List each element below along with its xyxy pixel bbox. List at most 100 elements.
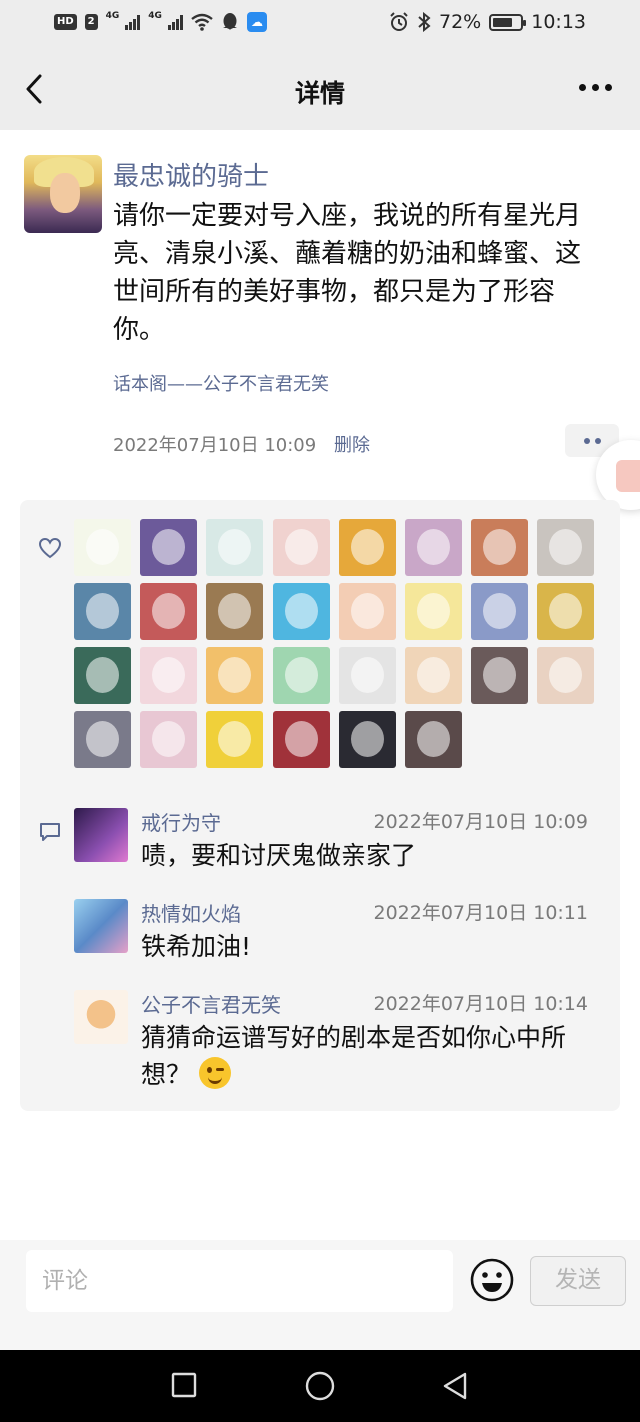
status-right-icons: 72% 10:13: [389, 11, 586, 33]
avatar-dark-cat[interactable]: [471, 647, 529, 704]
delete-button[interactable]: 删除: [334, 431, 370, 457]
avatar-blonde-anime[interactable]: [206, 647, 264, 704]
avatar-figure: [549, 657, 583, 693]
avatar-warm-blur[interactable]: [206, 583, 264, 640]
comment-author-name[interactable]: 热情如火焰: [141, 898, 241, 927]
avatar-cartoon-king[interactable]: [338, 519, 396, 576]
avatar-figure: [218, 721, 252, 757]
avatar-sponge[interactable]: [537, 583, 595, 640]
wink-emoji-icon: [198, 1057, 231, 1089]
avatar-pink-anime[interactable]: [140, 647, 198, 704]
battery-icon: [489, 13, 527, 31]
avatar-astronaut-cat[interactable]: [537, 519, 595, 576]
avatar-teal-hair[interactable]: [206, 519, 264, 576]
comment-icon: [40, 823, 60, 841]
avatar-figure: [417, 657, 450, 693]
avatar-figure: [350, 593, 384, 629]
clock: 10:13: [531, 11, 586, 33]
network-type-2: 4G: [148, 11, 162, 21]
battery-percent: 72%: [439, 11, 482, 33]
comment-timestamp: 2022年07月10日 10:11: [373, 902, 588, 924]
post-author-name[interactable]: 最忠诚的骑士: [113, 156, 269, 193]
avatar-grey-sketch[interactable]: [338, 647, 396, 704]
avatar-anime-girl-purple[interactable]: [140, 519, 198, 576]
comment-timestamp: 2022年07月10日 10:14: [373, 993, 588, 1015]
avatar-couple-kiss[interactable]: [405, 711, 462, 768]
avatar-figure: [86, 529, 119, 565]
avatar-dark-hair[interactable]: [405, 519, 462, 576]
avatar-miffy[interactable]: [74, 647, 131, 704]
more-options-icon[interactable]: [579, 84, 612, 91]
avatar-figure: [86, 657, 119, 693]
avatar-pretty-girl[interactable]: [140, 711, 198, 768]
avatar-figure: [350, 657, 384, 693]
avatar-figure: [350, 721, 384, 757]
avatar-blue-anime[interactable]: [471, 583, 529, 640]
comment-input[interactable]: [26, 1250, 453, 1312]
avatar-figure: [152, 593, 186, 629]
avatar-dog[interactable]: [206, 711, 264, 768]
avatar-figure: [549, 529, 583, 565]
comment-author-avatar[interactable]: [74, 899, 128, 953]
comment-author-avatar[interactable]: [74, 808, 128, 862]
back-nav-icon[interactable]: [440, 1370, 470, 1402]
avatar-figure: [417, 721, 450, 757]
avatar-girl-smile[interactable]: [272, 519, 330, 576]
avatar-cartoon-boy[interactable]: [338, 583, 396, 640]
avatar-red-dress[interactable]: [140, 583, 198, 640]
avatar-yellow-cartoon[interactable]: [405, 583, 462, 640]
network-type-1: 4G: [105, 11, 120, 21]
avatar-beach[interactable]: [74, 583, 131, 640]
avatar-figure: [417, 593, 450, 629]
avatar-figure: [218, 593, 252, 629]
post-text: 请你一定要对号入座，我说的所有星光月亮、清泉小溪、蘸着糖的奶油和蜂蜜、这世间所有…: [113, 201, 582, 345]
avatar-figure: [284, 657, 318, 693]
hd-badge: HD: [54, 14, 77, 30]
status-bar: HD 2 4G 4G ☁ 72% 10:13: [0, 0, 640, 48]
signal-icon-2: [167, 14, 183, 30]
avatar-girl-long-hair[interactable]: [537, 647, 595, 704]
avatar-figure: [218, 657, 252, 693]
avatar-figure: [350, 529, 384, 565]
cloud-icon: ☁: [246, 12, 267, 32]
avatar-figure: [483, 529, 517, 565]
post-timestamp: 2022年07月10日 10:09: [113, 435, 317, 456]
avatar-figure: [284, 593, 318, 629]
comment-author-avatar[interactable]: [74, 990, 128, 1044]
avatar-figure: [86, 593, 119, 629]
comment-text: 猜猜命运谱写好的剧本是否如你心中所想？: [141, 1019, 581, 1093]
avatar-figure: [483, 657, 517, 693]
avatar-figure: [152, 529, 186, 565]
heart-icon: [38, 537, 62, 559]
avatar-bulbasaur[interactable]: [272, 647, 330, 704]
avatar-pink-bird[interactable]: [272, 583, 330, 640]
comment-author-name[interactable]: 戒行为守: [141, 807, 221, 836]
recent-apps-icon[interactable]: [170, 1370, 198, 1400]
avatar-figure: [549, 593, 583, 629]
avatar-heart-hands[interactable]: [74, 711, 131, 768]
penguin-icon: [222, 13, 237, 30]
wifi-icon: [191, 13, 213, 31]
page-title: 详情: [294, 79, 345, 108]
comment-author-name[interactable]: 公子不言君无笑: [141, 989, 281, 1018]
post-author-avatar[interactable]: [24, 155, 102, 233]
alarm-icon: [390, 12, 408, 31]
avatar-school-girl[interactable]: [338, 711, 396, 768]
post-source-link[interactable]: 话本阁——公子不言君无笑: [113, 370, 329, 396]
avatar-figure: [152, 721, 186, 757]
avatar-red-fan[interactable]: [272, 711, 330, 768]
avatar-couple-sunset[interactable]: [471, 519, 529, 576]
comment-text: 啧，要和讨厌鬼做亲家了: [141, 841, 417, 870]
avatar-bunny[interactable]: [74, 519, 131, 576]
home-icon[interactable]: [304, 1370, 336, 1402]
avatar-figure: [284, 529, 318, 565]
status-left-icons: HD 2 4G 4G ☁: [54, 11, 267, 32]
comment-text: 铁希加油!: [141, 932, 252, 961]
avatar-figure: [284, 721, 318, 757]
avatar-figure: [417, 529, 450, 565]
avatar-chibi-couple[interactable]: [405, 647, 462, 704]
signal-icon: [125, 14, 141, 30]
send-button[interactable]: 发送: [530, 1256, 626, 1306]
avatar-figure: [483, 593, 517, 629]
emoji-icon[interactable]: [469, 1257, 515, 1303]
